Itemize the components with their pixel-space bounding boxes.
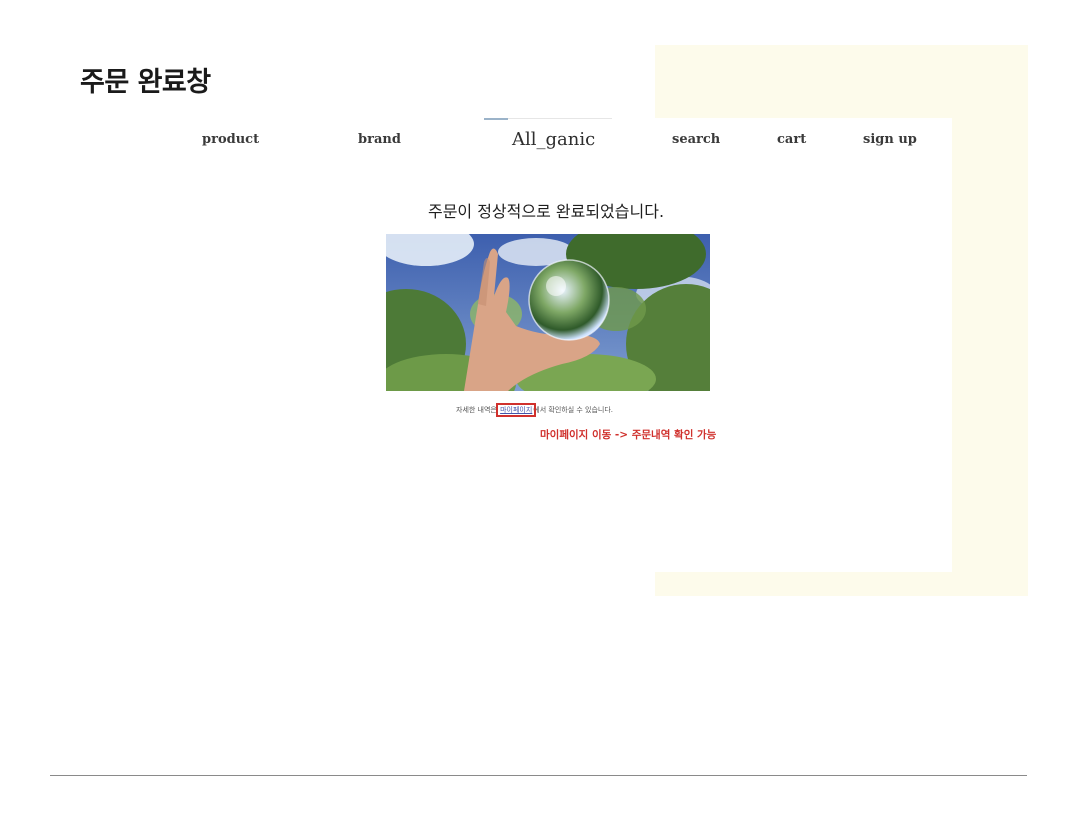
slide-title: 주문 완료창 xyxy=(80,67,211,98)
nav-item-product[interactable]: product xyxy=(202,132,259,147)
nav-item-search[interactable]: search xyxy=(672,132,720,147)
annotation-callout: 마이페이지 이동 -> 주문내역 확인 가능 xyxy=(540,429,717,441)
hand-holding-glass-ball-photo xyxy=(386,234,710,391)
top-navigation: product brand All_ganic search cart sign… xyxy=(140,118,952,164)
brand-logo[interactable]: All_ganic xyxy=(512,129,595,150)
bottom-divider xyxy=(50,775,1027,776)
mypage-info-text: 자세한 내역은 마이페이지에서 확인하실 수 있습니다. xyxy=(456,403,614,417)
nav-item-cart[interactable]: cart xyxy=(777,132,806,147)
nav-item-brand[interactable]: brand xyxy=(358,132,401,147)
info-text-before: 자세한 내역은 xyxy=(456,406,500,414)
order-complete-message: 주문이 정상적으로 완료되었습니다. xyxy=(427,202,665,221)
info-text-after: 에서 확인하실 수 있습니다. xyxy=(533,406,614,414)
mypage-link[interactable]: 마이페이지 xyxy=(496,403,537,417)
nav-item-signup[interactable]: sign up xyxy=(863,132,917,147)
website-screenshot: product brand All_ganic search cart sign… xyxy=(140,118,952,572)
